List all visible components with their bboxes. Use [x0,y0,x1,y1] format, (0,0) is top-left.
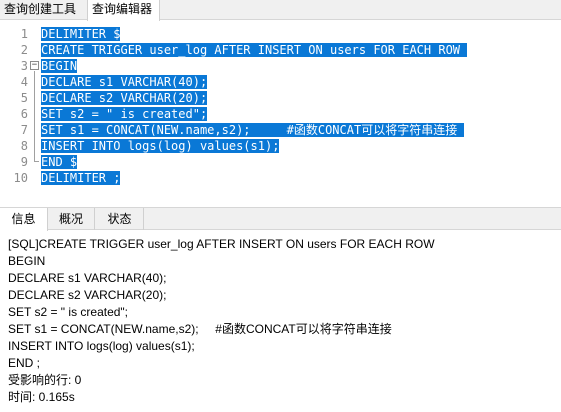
line-number: 3 [20,59,28,73]
line-number: 6 [20,107,28,121]
query-tab-bar: 查询创建工具 查询编辑器 [0,0,561,21]
line-number: 2 [20,43,28,57]
message-line: SET s1 = CONCAT(NEW.name,s2); #函数CONCAT可… [8,322,392,336]
code-line-text: BEGIN [41,59,78,73]
message-line: DECLARE s2 VARCHAR(20); [8,288,167,302]
tab-query-builder[interactable]: 查询创建工具 [0,0,86,20]
message-line: END ; [8,356,41,370]
fold-collapse-icon[interactable]: − [30,61,39,70]
code-line-text: SET s1 = CONCAT(NEW.name,s2); #函数CONCAT可… [41,123,465,137]
code-line: SET s2 = " is created"; [41,106,208,122]
line-number-gutter: 1 2 3 4 5 6 7 8 9 10 − [0,21,39,204]
code-line-text: DECLARE s1 VARCHAR(40); [41,75,208,89]
code-line: DECLARE s1 VARCHAR(40); [41,74,208,90]
line-number: 9 [20,155,28,169]
code-line-text: CREATE TRIGGER user_log AFTER INSERT ON … [41,43,468,57]
fold-guide-line [34,71,35,161]
line-number: 7 [20,123,28,137]
code-line-text: END $ [41,155,78,169]
code-line-text: DELIMITER $ [41,27,121,41]
code-line: DELIMITER $ [41,26,121,42]
line-number: 8 [20,139,28,153]
code-line: INSERT INTO logs(log) values(s1); [41,138,280,154]
line-number: 4 [20,75,28,89]
message-line: SET s2 = " is created"; [8,305,129,319]
tab-status[interactable]: 状态 [96,208,144,230]
code-line: DELIMITER ; [41,170,121,186]
message-line: BEGIN [8,254,46,268]
result-tab-bar: 信息 概况 状态 [0,207,561,231]
code-line-text: DELIMITER ; [41,171,121,185]
code-line-text: DECLARE s2 VARCHAR(20); [41,91,208,105]
code-line: DECLARE s2 VARCHAR(20); [41,90,208,106]
line-number: 10 [13,171,28,185]
code-line: BEGIN [41,58,78,74]
code-line-text: INSERT INTO logs(log) values(s1); [41,139,280,153]
tab-message[interactable]: 信息 [0,208,48,231]
tab-query-editor[interactable]: 查询编辑器 [87,0,160,21]
message-output-panel: [SQL]CREATE TRIGGER user_log AFTER INSER… [0,231,561,412]
sql-editor[interactable]: 1 2 3 4 5 6 7 8 9 10 − DELIMITER $ CREAT… [0,21,561,204]
message-line: INSERT INTO logs(log) values(s1); [8,339,195,353]
code-line: END $ [41,154,78,170]
fold-end-marker [34,161,39,162]
line-number: 5 [20,91,28,105]
line-number: 1 [20,27,28,41]
affected-rows: 受影响的行: 0 [8,373,82,387]
tab-profile[interactable]: 概况 [48,208,95,230]
message-line: DECLARE s1 VARCHAR(40); [8,271,167,285]
message-line: [SQL]CREATE TRIGGER user_log AFTER INSER… [8,237,435,251]
code-line: CREATE TRIGGER user_log AFTER INSERT ON … [41,42,468,58]
code-line: SET s1 = CONCAT(NEW.name,s2); #函数CONCAT可… [41,122,465,138]
execution-time: 时间: 0.165s [8,390,75,404]
code-line-text: SET s2 = " is created"; [41,107,208,121]
